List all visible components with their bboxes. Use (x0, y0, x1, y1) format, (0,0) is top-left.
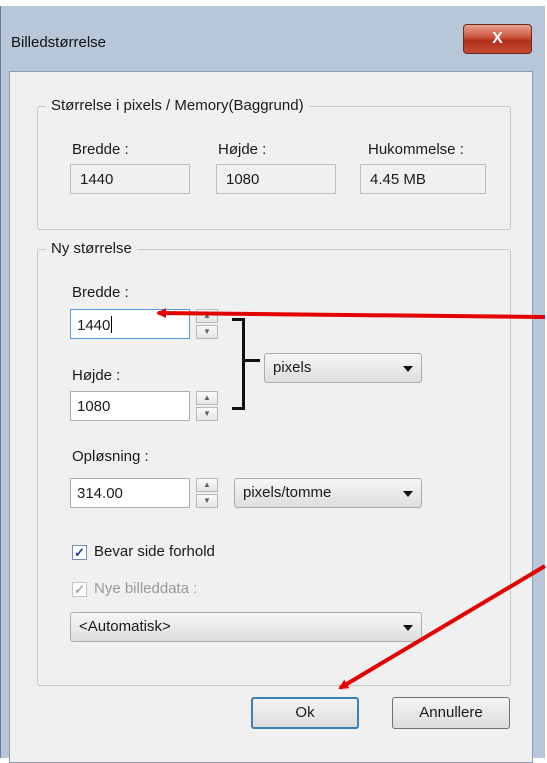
resample-select-value: <Automatisk> (79, 618, 171, 635)
spin-down-icon[interactable]: ▼ (196, 325, 218, 339)
dropdown-arrow-icon (403, 366, 413, 372)
current-size-group-title: Størrelse i pixels / Memory(Baggrund) (46, 97, 309, 114)
keep-aspect-label: Bevar side forhold (94, 543, 215, 560)
unit-select-value: pixels (273, 359, 312, 376)
dialog-window: Billedstørrelse X Størrelse i pixels / M… (0, 6, 545, 763)
spin-up-icon[interactable]: ▲ (196, 478, 218, 492)
memory-label: Hukommelse : (368, 141, 464, 158)
close-icon: X (492, 30, 503, 47)
ok-button[interactable]: Ok (251, 697, 359, 729)
new-image-data-checkbox[interactable]: ✓ (72, 582, 87, 597)
spin-up-icon[interactable]: ▲ (196, 309, 218, 323)
keep-aspect-checkbox[interactable]: ✓ (72, 545, 87, 560)
aspect-link-bracket (232, 318, 245, 410)
checkmark-icon: ✓ (74, 545, 85, 560)
current-width-value: 1440 (70, 164, 190, 194)
aspect-link-bracket-tick (245, 359, 260, 362)
new-size-group-title: Ny størrelse (46, 240, 137, 257)
new-height-label: Højde : (72, 367, 121, 384)
resample-select[interactable]: <Automatisk> (70, 612, 422, 642)
current-height-label: Højde : (218, 141, 267, 158)
window-title: Billedstørrelse (11, 34, 107, 51)
new-image-data-label: Nye billeddata : (94, 580, 198, 597)
resolution-input[interactable]: 314.00 (70, 478, 190, 508)
unit-select[interactable]: pixels (264, 353, 422, 383)
text-caret (111, 316, 113, 333)
dropdown-arrow-icon (403, 625, 413, 631)
resolution-unit-select-value: pixels/tomme (243, 484, 332, 501)
resolution-label: Opløsning : (72, 448, 149, 465)
resolution-spinner[interactable]: ▲ ▼ (196, 478, 218, 508)
new-width-input[interactable]: 1440 (70, 309, 190, 339)
new-height-spinner[interactable]: ▲ ▼ (196, 391, 218, 421)
new-width-value: 1440 (77, 317, 111, 334)
cancel-button[interactable]: Annullere (392, 697, 510, 729)
new-width-spinner[interactable]: ▲ ▼ (196, 309, 218, 339)
spin-down-icon[interactable]: ▼ (196, 407, 218, 421)
spin-up-icon[interactable]: ▲ (196, 391, 218, 405)
spin-down-icon[interactable]: ▼ (196, 494, 218, 508)
close-button[interactable]: X (463, 24, 532, 54)
checkmark-icon: ✓ (74, 582, 85, 597)
memory-value: 4.45 MB (360, 164, 486, 194)
dropdown-arrow-icon (403, 491, 413, 497)
resolution-unit-select[interactable]: pixels/tomme (234, 478, 422, 508)
dialog-client-area: Størrelse i pixels / Memory(Baggrund) Br… (9, 71, 533, 763)
new-width-label: Bredde : (72, 284, 129, 301)
new-height-input[interactable]: 1080 (70, 391, 190, 421)
current-height-value: 1080 (216, 164, 336, 194)
current-width-label: Bredde : (72, 141, 129, 158)
